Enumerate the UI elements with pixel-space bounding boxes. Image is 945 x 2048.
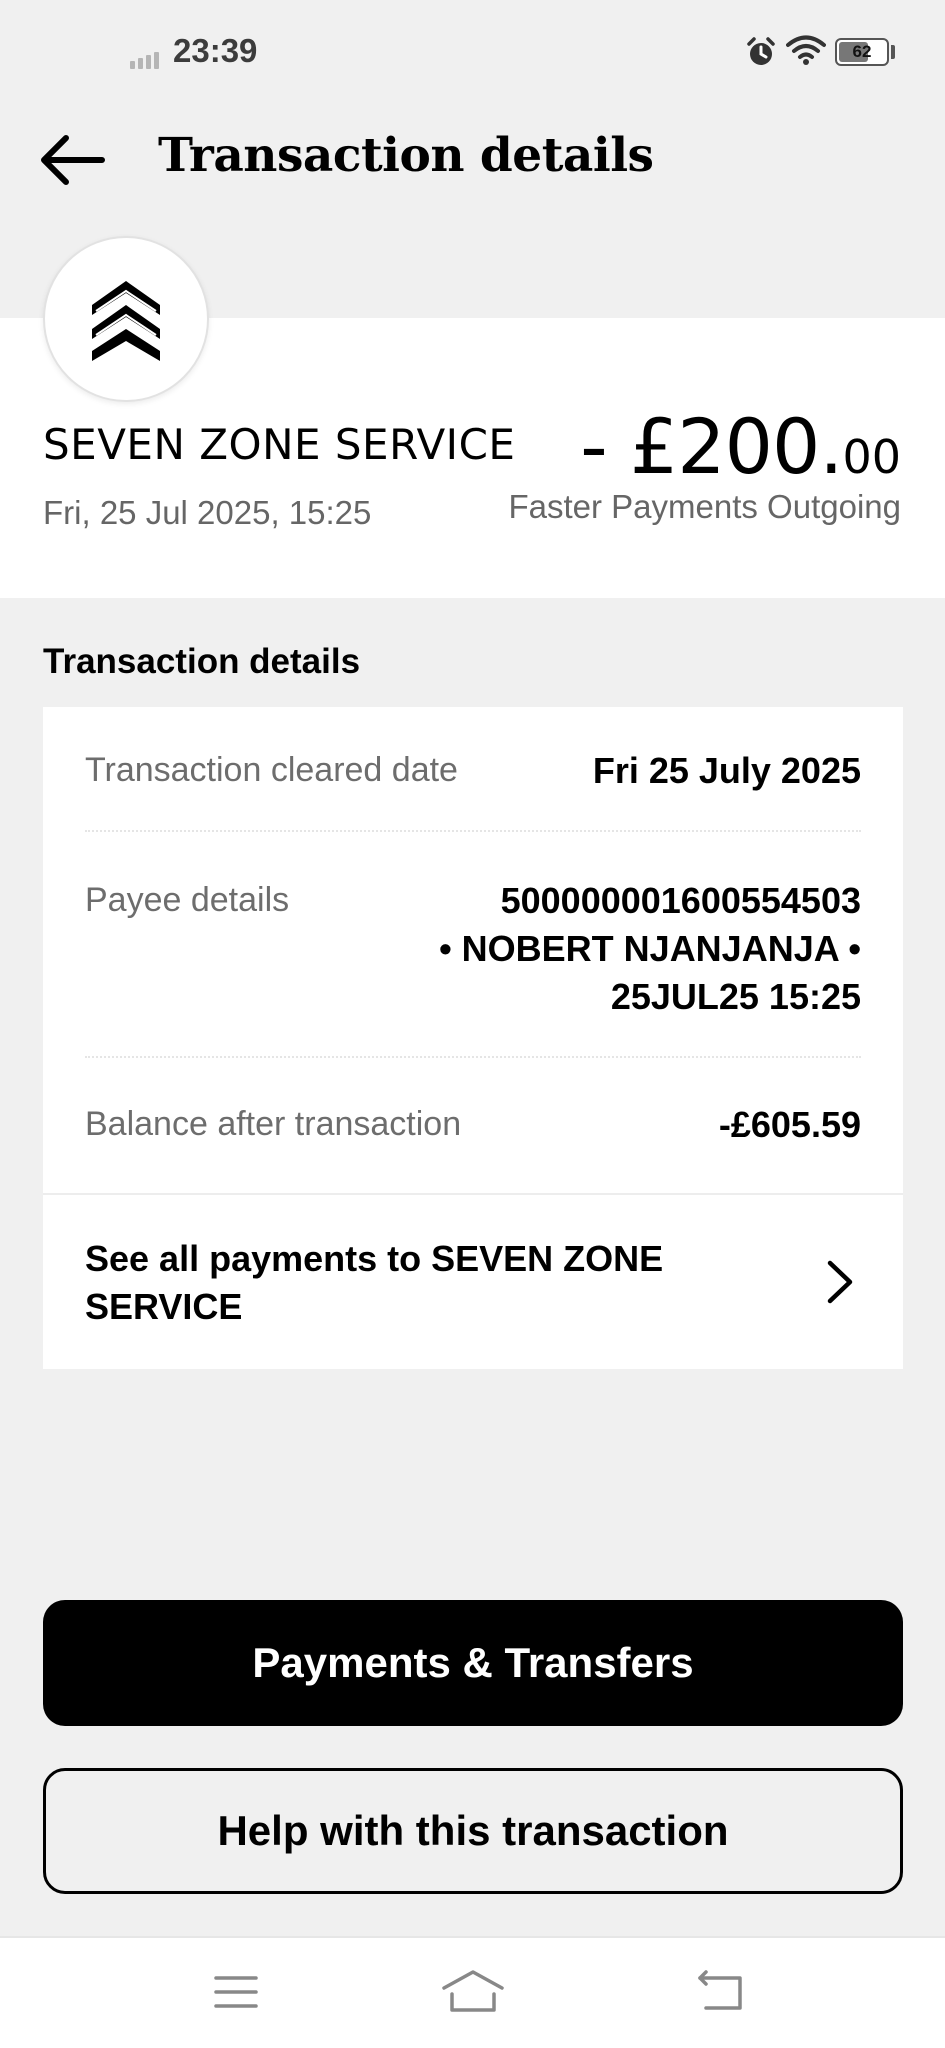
merchant-name: SEVEN ZONE SERVICE (43, 420, 516, 469)
battery-icon: 62 (835, 38, 889, 66)
row-divider (85, 830, 861, 832)
balance-value: -£605.59 (718, 1104, 861, 1145)
back-button[interactable] (36, 128, 116, 192)
detail-label: Transaction cleared date (85, 751, 458, 789)
chevron-stack-icon (92, 281, 160, 361)
signal-icon (130, 52, 159, 69)
page-title: Transaction details (158, 128, 654, 183)
menu-icon[interactable] (212, 1968, 260, 2016)
help-transaction-button[interactable]: Help with this transaction (43, 1768, 903, 1894)
battery-tip (891, 45, 895, 59)
payee-line: • NOBERT NJANJANJA • (439, 928, 861, 969)
battery-level-text: 62 (852, 42, 872, 61)
amount-pence: 00 (842, 430, 901, 484)
transaction-type: Faster Payments Outgoing (508, 488, 901, 525)
wifi-icon (786, 35, 826, 65)
transaction-amount: - £200.00 (580, 402, 901, 491)
see-all-payments-label: See all payments to SEVEN ZONE SERVICE (85, 1238, 664, 1327)
payee-line: 25JUL25 15:25 (610, 976, 861, 1017)
system-nav-bar (0, 1936, 945, 2048)
arrow-left-icon (41, 135, 105, 185)
merchant-logo (43, 236, 209, 402)
payee-line: 500000001600554503 (500, 880, 861, 921)
back-icon[interactable] (694, 1968, 746, 2016)
alarm-icon (747, 37, 775, 65)
status-bar: 23:39 62 (0, 0, 945, 104)
transaction-date: Fri, 25 Jul 2025, 15:25 (43, 494, 372, 531)
detail-label: Balance after transaction (85, 1105, 462, 1143)
see-all-payments-link[interactable]: See all payments to SEVEN ZONE SERVICE (43, 1195, 903, 1369)
detail-label: Payee details (85, 881, 290, 919)
detail-value: Fri 25 July 2025 (592, 750, 861, 791)
status-time: 23:39 (173, 32, 258, 69)
details-card: Transaction cleared date Fri 25 July 202… (43, 707, 903, 1369)
payee-details-value: 500000001600554503 • NOBERT NJANJANJA • … (439, 877, 861, 1021)
details-heading: Transaction details (43, 642, 361, 681)
amount-main: - £200. (580, 402, 843, 491)
home-icon[interactable] (440, 1968, 506, 2016)
chevron-right-icon (827, 1260, 853, 1304)
payments-transfers-button[interactable]: Payments & Transfers (43, 1600, 903, 1726)
row-divider (85, 1056, 861, 1058)
transaction-details-screen: 23:39 62 Transaction details SEVEN ZONE … (0, 0, 945, 2048)
